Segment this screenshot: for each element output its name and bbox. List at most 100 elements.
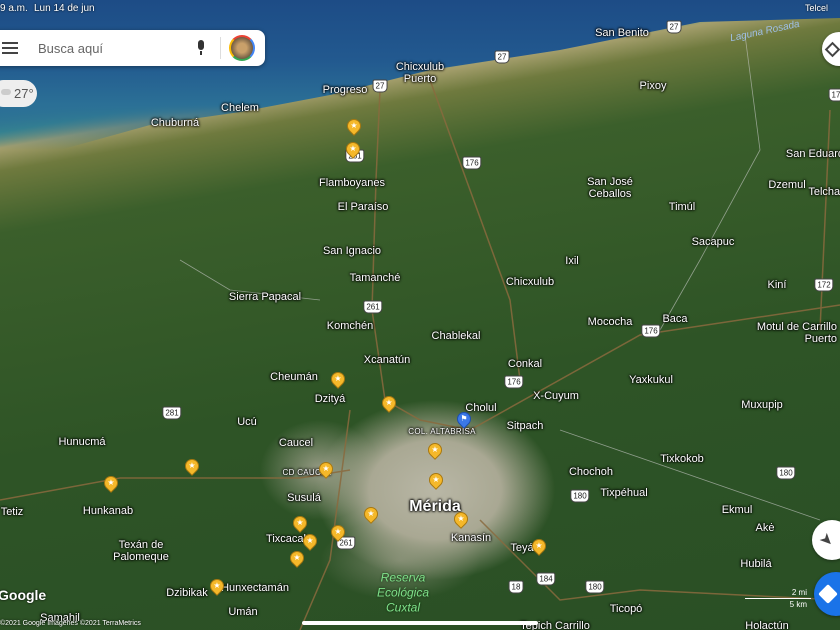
attribution[interactable]: ©2021 Google Imágenes ©2021 TerraMetrics bbox=[0, 620, 141, 627]
star-icon: ★ bbox=[350, 121, 358, 130]
scale-bar: 2 mi 5 km bbox=[745, 588, 811, 610]
star-icon: ★ bbox=[367, 509, 375, 518]
road-shield: 172 bbox=[814, 278, 834, 292]
place-label[interactable]: Tixcacal bbox=[266, 533, 306, 545]
star-icon: ★ bbox=[334, 527, 342, 536]
star-icon: ★ bbox=[213, 581, 221, 590]
place-label[interactable]: Hunxectamán bbox=[221, 582, 289, 594]
place-label[interactable]: Sacapuc bbox=[692, 236, 735, 248]
place-label[interactable]: Timúl bbox=[669, 201, 695, 213]
place-label[interactable]: Motul de Carrillo Puerto bbox=[753, 321, 837, 345]
place-label[interactable]: Pixoy bbox=[640, 80, 667, 92]
road-shield: 176 bbox=[641, 324, 661, 338]
road bbox=[659, 34, 761, 331]
search-bar[interactable]: Busca aquí bbox=[0, 30, 265, 66]
place-label[interactable]: Telchac bbox=[808, 186, 840, 198]
flag-icon: ⚑ bbox=[460, 414, 468, 423]
star-icon: ★ bbox=[188, 461, 196, 470]
satellite-map[interactable]: Chelem Chuburná Progreso Chicxulub Puerto San… bbox=[0, 0, 840, 630]
place-label[interactable]: Conkal bbox=[508, 358, 542, 370]
directions-icon bbox=[818, 584, 838, 604]
place-label[interactable]: X-Cuyum bbox=[533, 390, 579, 402]
place-label[interactable]: Ixil bbox=[565, 255, 578, 267]
place-label[interactable]: San José Ceballos bbox=[587, 176, 633, 200]
place-label[interactable]: Dzityá bbox=[315, 393, 346, 405]
place-label[interactable]: Hunkanab bbox=[83, 505, 133, 517]
place-label[interactable]: Chicxulub bbox=[506, 276, 554, 288]
star-icon: ★ bbox=[107, 478, 115, 487]
place-label[interactable]: Kiní bbox=[768, 279, 787, 291]
place-label[interactable]: Tixpéhual bbox=[600, 487, 647, 499]
place-label[interactable]: Umán bbox=[228, 606, 257, 618]
star-icon: ★ bbox=[385, 398, 393, 407]
place-label[interactable]: Progreso bbox=[323, 84, 368, 96]
place-label[interactable]: Hunucmá bbox=[58, 436, 105, 448]
place-label[interactable]: Dzibikak bbox=[166, 587, 208, 599]
place-label[interactable]: Cholul bbox=[465, 402, 496, 414]
place-label[interactable]: Chochoh bbox=[569, 466, 613, 478]
place-label[interactable]: Sitpach bbox=[507, 420, 544, 432]
place-label[interactable]: Chuburná bbox=[151, 117, 199, 129]
star-icon: ★ bbox=[306, 536, 314, 545]
road bbox=[819, 109, 831, 331]
place-label[interactable]: Ticopó bbox=[610, 603, 643, 615]
star-icon: ★ bbox=[431, 445, 439, 454]
place-label[interactable]: El Paraíso bbox=[338, 201, 389, 213]
search-input[interactable]: Busca aquí bbox=[38, 41, 196, 56]
road-shield: 180 bbox=[585, 580, 605, 594]
place-label[interactable]: Tixkokob bbox=[660, 453, 704, 465]
place-label[interactable]: San Benito bbox=[595, 27, 649, 39]
place-label[interactable]: San Eduardo bbox=[786, 148, 840, 160]
road-shield: 27 bbox=[666, 20, 682, 34]
place-label[interactable]: Ucú bbox=[237, 416, 257, 428]
weather-chip[interactable]: 27° bbox=[0, 80, 37, 107]
place-label[interactable]: Texán de Palomeque bbox=[113, 539, 169, 563]
place-label[interactable]: Teyá bbox=[510, 542, 533, 554]
star-icon: ★ bbox=[432, 475, 440, 484]
place-label[interactable]: Baca bbox=[662, 313, 687, 325]
microphone-icon[interactable] bbox=[196, 40, 206, 56]
road-shield: 180 bbox=[776, 466, 796, 480]
place-label[interactable]: Muxupip bbox=[741, 399, 783, 411]
place-label[interactable]: Mococha bbox=[588, 316, 633, 328]
place-label[interactable]: Cheumán bbox=[270, 371, 318, 383]
place-label[interactable]: San Ignacio bbox=[323, 245, 381, 257]
avatar[interactable] bbox=[229, 35, 255, 61]
layers-icon bbox=[824, 41, 840, 57]
place-label[interactable]: Hubilá bbox=[740, 558, 771, 570]
place-label[interactable]: Dzemul bbox=[768, 179, 805, 191]
menu-icon[interactable] bbox=[2, 42, 18, 54]
road-shield: 18 bbox=[508, 580, 524, 594]
place-label[interactable]: Komchén bbox=[327, 320, 373, 332]
place-label[interactable]: Tetiz bbox=[1, 506, 24, 518]
scale-miles: 2 mi bbox=[791, 588, 807, 597]
place-label[interactable]: Ekmul bbox=[722, 504, 753, 516]
road bbox=[371, 89, 840, 431]
place-label[interactable]: Chablekal bbox=[432, 330, 481, 342]
place-label[interactable]: Susulá bbox=[287, 492, 321, 504]
place-label[interactable]: Reserva Ecológica Cuxtal bbox=[377, 571, 429, 616]
place-label[interactable]: Holactún bbox=[745, 620, 788, 630]
star-icon: ★ bbox=[322, 464, 330, 473]
road-shield: 176 bbox=[462, 156, 482, 170]
home-indicator[interactable] bbox=[302, 621, 538, 625]
scale-km: 5 km bbox=[789, 600, 807, 609]
status-time: 9 a.m. bbox=[0, 3, 28, 14]
star-icon: ★ bbox=[457, 514, 465, 523]
road-shield: 176 bbox=[504, 375, 524, 389]
road-shield: 184 bbox=[536, 572, 556, 586]
place-label[interactable]: Yaxkukul bbox=[629, 374, 673, 386]
place-label[interactable]: Chicxulub Puerto bbox=[396, 61, 444, 85]
place-label[interactable]: Akė bbox=[756, 522, 775, 534]
place-label[interactable]: Caucel bbox=[279, 437, 313, 449]
place-label[interactable]: Kanasín bbox=[451, 532, 491, 544]
place-label[interactable]: COL. ALTABRISA bbox=[408, 426, 475, 438]
place-label[interactable]: Chelem bbox=[221, 102, 259, 114]
place-label[interactable]: Tamanché bbox=[350, 272, 401, 284]
star-icon: ★ bbox=[535, 541, 543, 550]
place-label[interactable]: Xcanatún bbox=[364, 354, 410, 366]
place-label[interactable]: Mérida bbox=[409, 499, 461, 515]
place-label[interactable]: Flamboyanes bbox=[319, 177, 385, 189]
road-shield: 27 bbox=[372, 79, 388, 93]
place-label[interactable]: Sierra Papacal bbox=[229, 291, 301, 303]
